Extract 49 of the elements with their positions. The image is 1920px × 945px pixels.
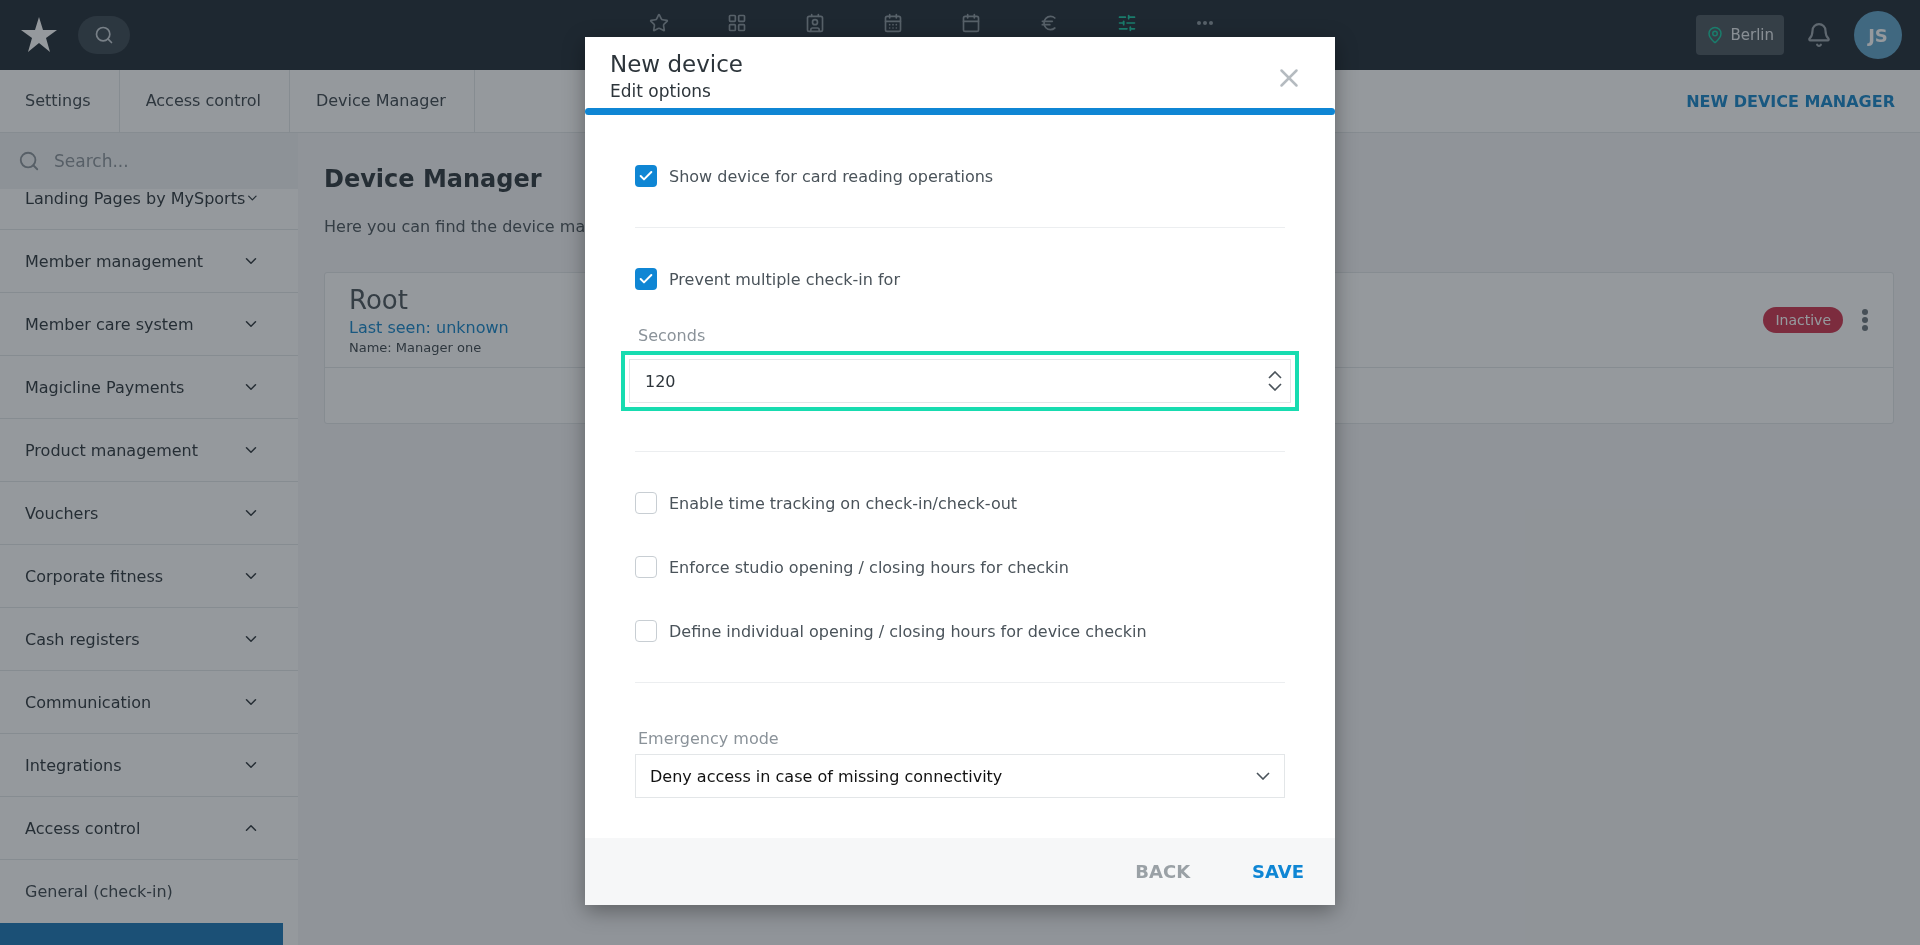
sidebar-item[interactable]: Landing Pages by MySports	[0, 189, 298, 230]
new-device-manager-link[interactable]: NEW DEVICE MANAGER	[1686, 91, 1895, 111]
device-detail: Name: Manager one	[349, 340, 482, 355]
checkbox[interactable]	[635, 165, 657, 188]
checkbox[interactable]	[635, 620, 657, 643]
checkbox-label: Define individual opening / closing hours for device checkin	[669, 621, 1147, 641]
sidebar-item[interactable]: Member care system	[0, 293, 298, 356]
checkbox[interactable]	[635, 556, 657, 579]
sidebar-item[interactable]: Communication	[0, 671, 298, 734]
page-description: Here you can find the device ma	[324, 217, 586, 236]
checkbox-label: Prevent multiple check-in for	[669, 269, 900, 289]
dialog-title: New device	[610, 51, 744, 77]
checkbox[interactable]	[635, 492, 657, 515]
page-title: Device Manager	[324, 165, 542, 193]
decrement-icon	[1268, 383, 1282, 392]
breadcrumb-link[interactable]: Access control	[145, 70, 290, 132]
dialog-subtitle: Edit options	[610, 81, 711, 101]
status-badge: Inactive	[1763, 307, 1843, 333]
notification-icon[interactable]	[1806, 22, 1832, 48]
checkbox-label: Enable time tracking on check-in/check-out	[669, 493, 1018, 513]
sidebar-item[interactable]: Access control	[0, 797, 298, 860]
sidebar-item[interactable]: Magicline Payments	[0, 356, 298, 419]
search-icon	[94, 25, 114, 45]
breadcrumb-link[interactable]: Device Manager	[315, 70, 475, 132]
breadcrumb-link[interactable]: Settings	[25, 70, 120, 132]
last-seen-link[interactable]: Last seen: unknown	[349, 318, 509, 337]
checkbox[interactable]	[635, 268, 657, 291]
field-label: Emergency mode	[637, 729, 779, 749]
sidebar-item[interactable]: Vouchers	[0, 482, 298, 545]
location-button[interactable]: Berlin	[1696, 15, 1784, 55]
map-pin-icon	[1706, 26, 1725, 44]
emergency-mode-select[interactable]: Deny access in case of missing connectivity	[635, 754, 1285, 799]
field-label: Seconds	[637, 326, 706, 346]
sidebar-item[interactable]: Integrations	[0, 734, 298, 797]
device-name: Root	[349, 285, 408, 315]
dialog-button[interactable]: SAVE	[1246, 860, 1310, 884]
sidebar-item[interactable]: Corporate fitness	[0, 545, 298, 608]
search-icon	[18, 150, 40, 172]
more-icon[interactable]	[1861, 308, 1869, 332]
sidebar-item[interactable]: Cash registers	[0, 608, 298, 671]
sidebar-item[interactable]: Product management	[0, 419, 298, 482]
sidebar-subitem[interactable]: General (check-in)	[0, 860, 283, 923]
chevron-down-icon	[1256, 772, 1270, 781]
seconds-input-field[interactable]: 120	[629, 359, 1291, 404]
sidebar-item[interactable]: Member management	[0, 230, 298, 293]
checkbox-label: Show device for card reading operations	[669, 166, 994, 186]
increment-icon	[1268, 371, 1282, 380]
search-button[interactable]	[78, 16, 130, 54]
checkbox-label: Enforce studio opening / closing hours for checkin	[669, 557, 1069, 577]
